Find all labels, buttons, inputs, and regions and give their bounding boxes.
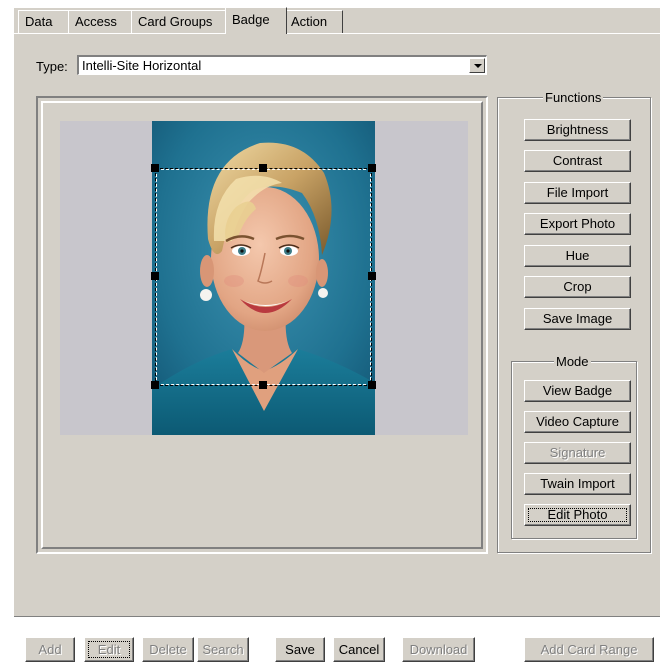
- download-button[interactable]: Download: [402, 637, 475, 662]
- add-card-range-button[interactable]: Add Card Range: [524, 637, 654, 662]
- edit-button[interactable]: Edit: [84, 637, 134, 662]
- export-photo-button[interactable]: Export Photo: [524, 213, 631, 235]
- tab-card-groups[interactable]: Card Groups: [131, 10, 226, 33]
- crop-selection[interactable]: [155, 168, 372, 386]
- search-button[interactable]: Search: [197, 637, 249, 662]
- mode-title: Mode: [554, 354, 591, 369]
- bottom-divider: [14, 616, 660, 617]
- crop-handle-top-left[interactable]: [151, 164, 159, 172]
- type-label: Type:: [36, 59, 68, 74]
- tab-data[interactable]: Data: [18, 10, 69, 33]
- add-button[interactable]: Add: [25, 637, 75, 662]
- cancel-button[interactable]: Cancel: [333, 637, 385, 662]
- file-import-button[interactable]: File Import: [524, 182, 631, 204]
- type-select[interactable]: Intelli-Site Horizontal: [77, 55, 487, 75]
- crop-handle-top-right[interactable]: [368, 164, 376, 172]
- contrast-button[interactable]: Contrast: [524, 150, 631, 172]
- crop-handle-left[interactable]: [151, 272, 159, 280]
- chevron-down-icon[interactable]: [469, 58, 485, 73]
- crop-handle-top[interactable]: [259, 164, 267, 172]
- type-select-value: Intelli-Site Horizontal: [82, 58, 202, 73]
- functions-title: Functions: [543, 90, 604, 105]
- edit-photo-button[interactable]: Edit Photo: [524, 504, 631, 526]
- tab-action[interactable]: Action: [284, 10, 343, 33]
- crop-handle-bottom-right[interactable]: [368, 381, 376, 389]
- crop-handle-bottom[interactable]: [259, 381, 267, 389]
- signature-button[interactable]: Signature: [524, 442, 631, 464]
- delete-button[interactable]: Delete: [142, 637, 194, 662]
- crop-handle-right[interactable]: [368, 272, 376, 280]
- video-capture-button[interactable]: Video Capture: [524, 411, 631, 433]
- brightness-button[interactable]: Brightness: [524, 119, 631, 141]
- save-button[interactable]: Save: [275, 637, 325, 662]
- tab-divider: [14, 33, 660, 34]
- tab-badge[interactable]: Badge: [225, 7, 287, 34]
- view-badge-button[interactable]: View Badge: [524, 380, 631, 402]
- save-image-button[interactable]: Save Image: [524, 308, 631, 330]
- twain-import-button[interactable]: Twain Import: [524, 473, 631, 495]
- hue-button[interactable]: Hue: [524, 245, 631, 267]
- tab-access[interactable]: Access: [68, 10, 132, 33]
- crop-button[interactable]: Crop: [524, 276, 631, 298]
- crop-handle-bottom-left[interactable]: [151, 381, 159, 389]
